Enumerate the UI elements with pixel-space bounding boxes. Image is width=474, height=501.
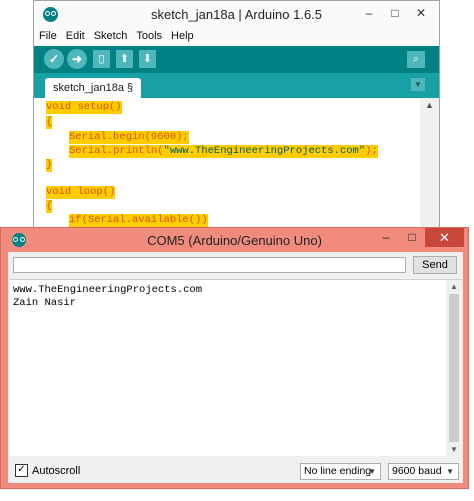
code-string: "www.TheEngineeringProjects.com" [163,145,366,157]
code-line: if(Serial.available()) [69,214,208,227]
menubar: File Edit Sketch Tools Help [34,28,439,46]
serial-bottom-bar: ✓ Autoscroll No line ending ▼ 9600 baud … [8,456,463,483]
code-line: } [46,159,53,172]
maximize-button[interactable]: □ [399,228,425,247]
serial-body: Send www.TheEngineeringProjects.com Zain… [8,252,463,483]
maximize-button[interactable]: □ [383,3,407,23]
menu-tools[interactable]: Tools [131,28,166,46]
output-scrollbar[interactable]: ▲ ▼ [446,280,462,456]
code-line: void loop() [46,186,116,199]
code-line: Serial.println("www.TheEngineeringProjec… [69,145,378,158]
chevron-down-icon: ▼ [446,467,454,476]
document-icon[interactable]: ▯ [93,50,110,68]
menu-help[interactable]: Help [166,28,198,46]
arrow-right-icon[interactable]: ➜ [67,49,87,69]
check-icon[interactable]: ✓ [44,49,64,69]
code-token: ); [365,145,378,157]
output-line: www.TheEngineeringProjects.com [13,284,203,296]
send-input[interactable] [13,257,406,273]
serial-monitor-window: COM5 (Arduino/Genuino Uno) – □ ✕ Send ww… [0,227,469,489]
code-line: { [46,200,53,213]
code-line: Serial.begin(9600); [69,131,189,144]
arduino-ide-window: sketch_jan18a | Arduino 1.6.5 – □ ✕ File… [33,0,440,262]
toolbar: ✓ ➜ ▯ ⬆ ⬇ ⌕ [34,46,439,73]
scroll-down-icon[interactable]: ▼ [446,445,462,454]
menu-file[interactable]: File [34,28,61,46]
tab-menu-chevron-down-icon[interactable]: ▼ [411,78,425,91]
arrow-down-icon[interactable]: ⬇ [139,50,156,68]
chevron-down-icon: ▼ [368,467,376,476]
menu-sketch[interactable]: Sketch [89,28,132,46]
serial-output: www.TheEngineeringProjects.com Zain Nasi… [9,279,462,456]
tab-bar: sketch_jan18a § ▼ [34,73,439,98]
code-line: void setup() [46,101,122,114]
close-button[interactable]: ✕ [425,228,464,247]
magnifier-icon[interactable]: ⌕ [407,51,425,68]
minimize-button[interactable]: – [357,3,381,23]
baud-rate-select[interactable]: 9600 baud ▼ [388,463,459,480]
tab-sketch[interactable]: sketch_jan18a § [45,78,142,98]
scroll-up-icon[interactable]: ▲ [420,100,439,110]
code-token: Serial.println( [69,145,164,157]
output-line: Zain Nasir [13,297,77,309]
serial-titlebar: COM5 (Arduino/Genuino Uno) – □ ✕ [1,228,468,252]
scroll-up-icon[interactable]: ▲ [446,282,462,291]
ide-titlebar: sketch_jan18a | Arduino 1.6.5 – □ ✕ [34,1,439,29]
send-button[interactable]: Send [413,256,457,274]
code-line: { [46,116,53,129]
minimize-button[interactable]: – [373,228,399,247]
autoscroll-label: Autoscroll [32,464,81,477]
menu-edit[interactable]: Edit [61,28,89,46]
line-ending-select[interactable]: No line ending ▼ [300,463,381,480]
close-button[interactable]: ✕ [409,3,433,23]
autoscroll-checkbox[interactable]: ✓ [15,464,28,477]
arrow-up-icon[interactable]: ⬆ [116,50,133,68]
autoscroll-toggle[interactable]: ✓ Autoscroll [15,464,80,477]
line-ending-value: No line ending [304,465,372,477]
scroll-thumb[interactable] [449,294,459,442]
baud-rate-value: 9600 baud [392,465,442,477]
